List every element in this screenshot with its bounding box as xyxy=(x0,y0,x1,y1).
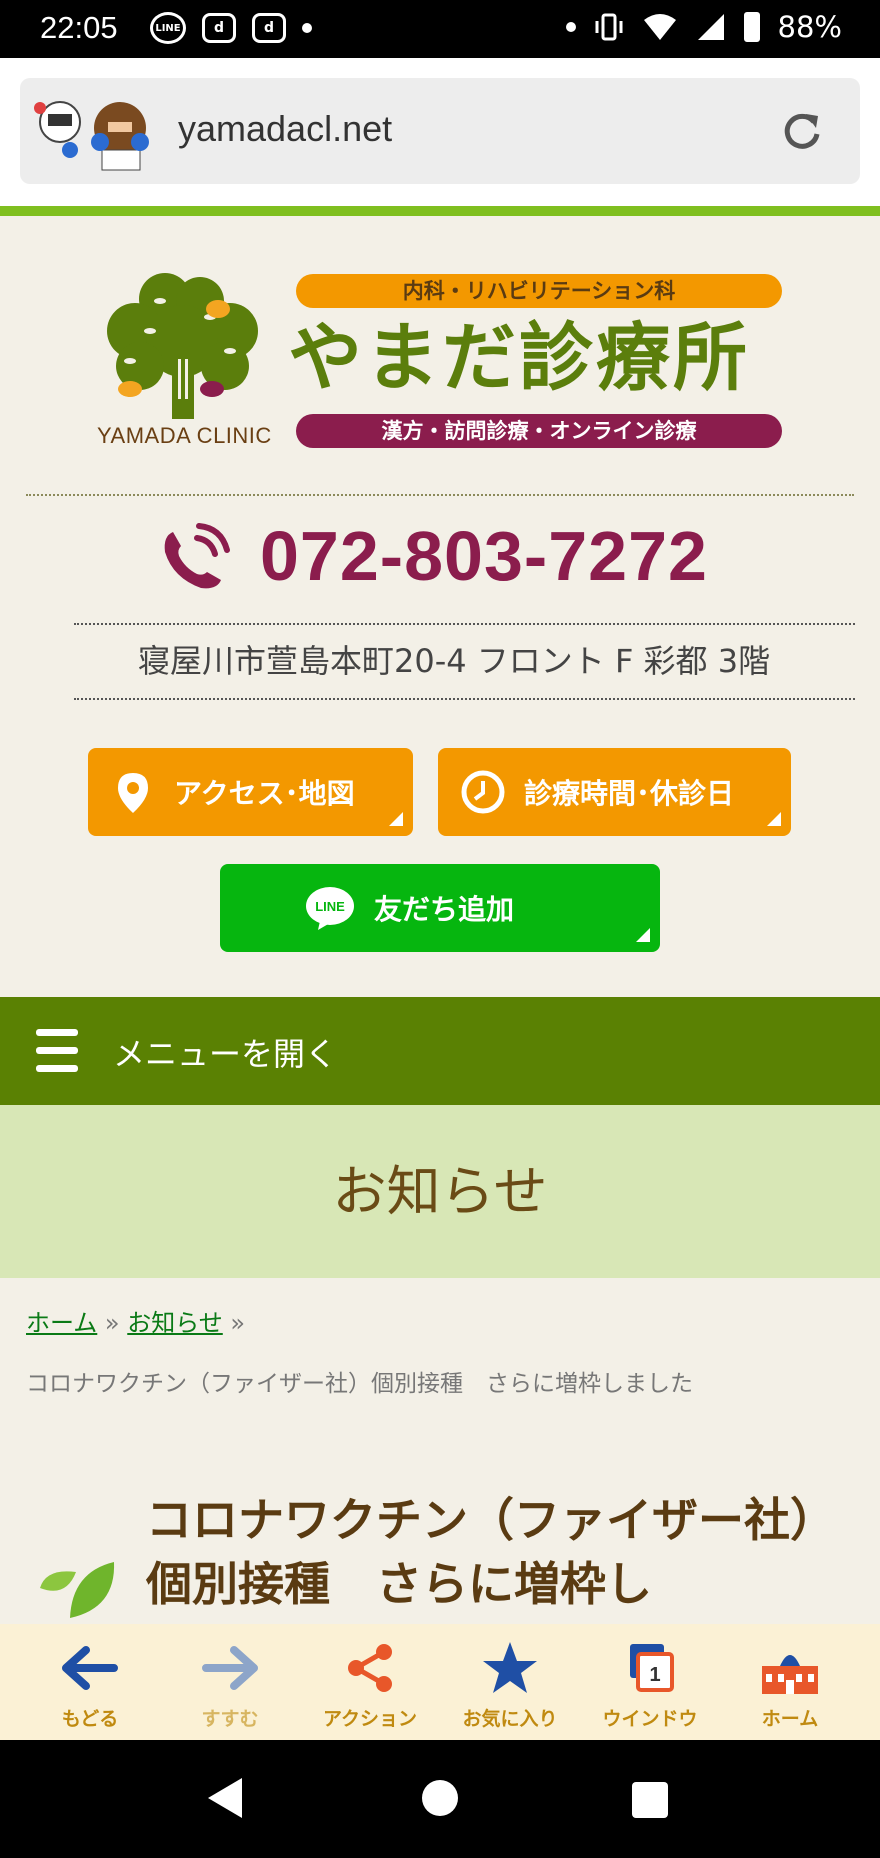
hours-button[interactable]: 診療時間･休診日 xyxy=(438,748,791,836)
web-page: YAMADA CLINIC 内科・リハビリテーション科 やまだ診療所 漢方・訪問… xyxy=(0,216,880,1624)
leaf-icon xyxy=(40,1562,115,1618)
more-notifications-icon xyxy=(302,23,312,33)
star-icon xyxy=(483,1642,537,1693)
battery-level: 88% xyxy=(777,10,842,44)
dot-icon xyxy=(565,22,576,32)
back-button[interactable]: もどる xyxy=(20,1624,160,1740)
home-button[interactable]: ホーム xyxy=(720,1624,860,1740)
line-notification-icon: LINE xyxy=(150,12,186,44)
window-label: ウインドウ xyxy=(602,1708,698,1730)
line-logo-icon: LINE xyxy=(306,887,354,930)
open-menu-bar[interactable]: メニューを開く xyxy=(0,997,880,1105)
logo-english-name: YAMADA CLINIC xyxy=(97,423,272,448)
vibrate-icon xyxy=(595,13,623,41)
reload-icon[interactable] xyxy=(780,108,824,152)
line-add-friend-label: 友だち追加 xyxy=(374,893,515,926)
divider xyxy=(74,623,855,625)
access-map-button[interactable]: アクセス･地図 xyxy=(88,748,413,836)
clinic-name[interactable]: やまだ診療所 xyxy=(288,308,750,408)
clock-icon xyxy=(461,770,505,814)
services-pill: 漢方・訪問診療・オンライン診療 xyxy=(296,414,782,448)
browser-toolbar: もどる すすむ アクション お気に入り 1 ウインドウ ホーム xyxy=(0,1624,880,1740)
map-pin-icon xyxy=(118,773,148,813)
back-label: もどる xyxy=(61,1708,119,1730)
battery-icon xyxy=(743,12,760,42)
forward-label: すすむ xyxy=(201,1708,259,1730)
window-button[interactable]: 1 ウインドウ xyxy=(580,1624,720,1740)
mascot-avatar-icon xyxy=(34,101,149,171)
line-add-friend-button[interactable]: LINE 友だち追加 xyxy=(220,864,660,952)
phone-number-link[interactable]: 072-803-7272 xyxy=(260,516,708,596)
status-right: 88% xyxy=(565,10,842,44)
access-map-label: アクセス･地図 xyxy=(174,777,355,810)
departments-pill: 内科・リハビリテーション科 xyxy=(296,274,782,308)
windows-icon: 1 xyxy=(630,1644,674,1692)
post-title: コロナワクチン（ファイザー社）個別接種 さらに増枠し xyxy=(146,1493,836,1611)
clinic-address: 寝屋川市萱島本町20-4 フロント F 彩都 3階 xyxy=(138,642,771,680)
hamburger-menu-icon xyxy=(36,1029,78,1073)
d-notification-icon-2: d xyxy=(252,13,286,43)
breadcrumb-separator: » xyxy=(230,1309,246,1337)
breadcrumb-current: コロナワクチン（ファイザー社）個別接種 さらに増枠しました xyxy=(26,1371,693,1397)
tree-logo-icon[interactable] xyxy=(100,271,270,421)
wifi-icon xyxy=(643,14,676,40)
d-notification-icon: d xyxy=(202,13,236,43)
hours-label: 診療時間･休診日 xyxy=(524,777,735,810)
page-title: お知らせ xyxy=(332,1160,548,1223)
phone-icon xyxy=(164,523,230,589)
forward-arrow-icon xyxy=(202,1646,258,1690)
forward-button[interactable]: すすむ xyxy=(160,1624,300,1740)
action-button[interactable]: アクション xyxy=(300,1624,440,1740)
breadcrumb-separator: » xyxy=(104,1309,120,1337)
breadcrumb-home-link[interactable]: ホーム xyxy=(26,1309,97,1337)
system-back-icon[interactable] xyxy=(208,1778,242,1818)
favorites-label: お気に入り xyxy=(462,1708,558,1730)
status-bar: 22:05 LINE d d 88% xyxy=(0,0,880,58)
url-text[interactable]: yamadacl.net xyxy=(178,108,392,150)
line-logo-text: LINE xyxy=(315,899,345,914)
favorites-button[interactable]: お気に入り xyxy=(440,1624,580,1740)
system-home-icon[interactable] xyxy=(422,1780,458,1816)
home-label: ホーム xyxy=(761,1708,819,1730)
address-bar[interactable]: yamadacl.net xyxy=(20,78,860,184)
cellular-icon xyxy=(697,14,724,40)
corner-arrow-icon xyxy=(767,812,781,826)
notification-icons: LINE d d xyxy=(150,12,312,44)
corner-arrow-icon xyxy=(636,928,650,942)
corner-arrow-icon xyxy=(389,812,403,826)
system-navigation-bar xyxy=(0,1740,880,1858)
status-time: 22:05 xyxy=(40,10,118,45)
breadcrumb: ホーム » お知らせ » xyxy=(26,1303,245,1338)
system-recents-icon[interactable] xyxy=(632,1782,668,1818)
divider xyxy=(74,698,855,700)
station-home-icon xyxy=(762,1655,818,1694)
browser-address-area: yamadacl.net xyxy=(0,58,880,206)
header-accent-line xyxy=(0,206,880,216)
share-icon xyxy=(348,1644,392,1692)
divider xyxy=(26,494,854,496)
page-title-band: お知らせ xyxy=(0,1105,880,1278)
action-label: アクション xyxy=(322,1708,418,1730)
open-menu-label: メニューを開く xyxy=(113,1035,338,1073)
window-count: 1 xyxy=(649,1664,660,1686)
back-arrow-icon xyxy=(62,1646,118,1690)
breadcrumb-news-link[interactable]: お知らせ xyxy=(127,1309,223,1337)
